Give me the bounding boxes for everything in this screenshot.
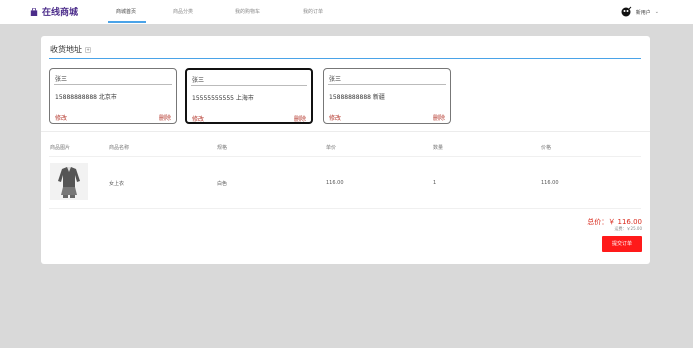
avatar — [621, 6, 632, 17]
product-unit-price: 116.00 — [326, 180, 344, 186]
header-divider — [49, 156, 641, 157]
user-menu[interactable]: 新用户 ⌄ — [620, 6, 659, 18]
nav-item-orders[interactable]: 我的订单 — [303, 8, 323, 15]
nav-active-underline — [108, 21, 146, 23]
user-name: 新用户 — [635, 9, 651, 16]
address-divider — [54, 84, 172, 85]
address-divider — [328, 84, 446, 85]
delete-address-link[interactable]: 删除 — [433, 113, 445, 122]
column-header-quantity: 数量 — [433, 145, 444, 151]
row-divider — [49, 208, 641, 209]
address-detail: 15888888888 北京市 — [55, 94, 117, 101]
column-header-name: 商品名称 — [109, 145, 130, 151]
product-name[interactable]: 女上衣 — [109, 180, 124, 187]
address-name: 张三 — [192, 77, 205, 84]
address-card-selected[interactable]: 张三 15555555555 上海市 修改 删除 — [185, 68, 313, 124]
address-card[interactable]: 张三 15888888888 北京市 修改 删除 — [49, 68, 177, 124]
shopping-bag-icon — [30, 7, 38, 16]
product-image[interactable] — [50, 163, 88, 200]
address-name: 张三 — [55, 76, 68, 83]
nav-item-home[interactable]: 商城首页 — [116, 8, 136, 15]
brand[interactable]: 在线商城 — [30, 5, 78, 18]
delete-address-link[interactable]: 删除 — [159, 113, 171, 122]
add-address-button[interactable]: + — [85, 46, 91, 53]
column-header-spec: 规格 — [217, 145, 228, 151]
brand-name: 在线商城 — [42, 8, 79, 18]
address-header: 收货地址 + — [50, 44, 91, 55]
address-detail: 15555555555 上海市 — [192, 95, 254, 102]
edit-address-link[interactable]: 修改 — [55, 113, 67, 122]
edit-address-link[interactable]: 修改 — [329, 113, 341, 122]
column-header-image: 商品图片 — [50, 145, 71, 151]
delete-address-link[interactable]: 删除 — [294, 114, 306, 123]
address-underline — [49, 58, 641, 59]
product-spec: 白色 — [217, 181, 228, 187]
nav-item-categories[interactable]: 商品分类 — [173, 8, 193, 15]
submit-order-button[interactable]: 提交订单 — [602, 236, 642, 252]
product-quantity: 1 — [433, 180, 437, 186]
shipping-fee: 运费：￥25.00 — [614, 226, 642, 231]
edit-address-link[interactable]: 修改 — [192, 114, 204, 123]
product-thumbnail — [50, 163, 88, 200]
column-header-unit-price: 单价 — [326, 145, 337, 151]
column-header-price: 价格 — [541, 145, 552, 151]
address-section-title: 收货地址 — [50, 45, 82, 54]
nav-item-cart[interactable]: 我的购物车 — [235, 8, 260, 15]
section-divider — [41, 131, 650, 132]
product-price: 116.00 — [541, 180, 559, 186]
address-divider — [191, 85, 307, 86]
address-name: 张三 — [329, 76, 342, 83]
address-detail: 15888888888 新疆 — [329, 94, 385, 101]
checkout-card: 收货地址 + 张三 15888888888 北京市 修改 删除 张三 15555… — [41, 36, 650, 264]
chevron-down-icon: ⌄ — [654, 9, 659, 15]
top-navigation-bar: 在线商城 商城首页 商品分类 我的购物车 我的订单 新用户 ⌄ — [0, 0, 693, 24]
address-card[interactable]: 张三 15888888888 新疆 修改 删除 — [323, 68, 451, 124]
